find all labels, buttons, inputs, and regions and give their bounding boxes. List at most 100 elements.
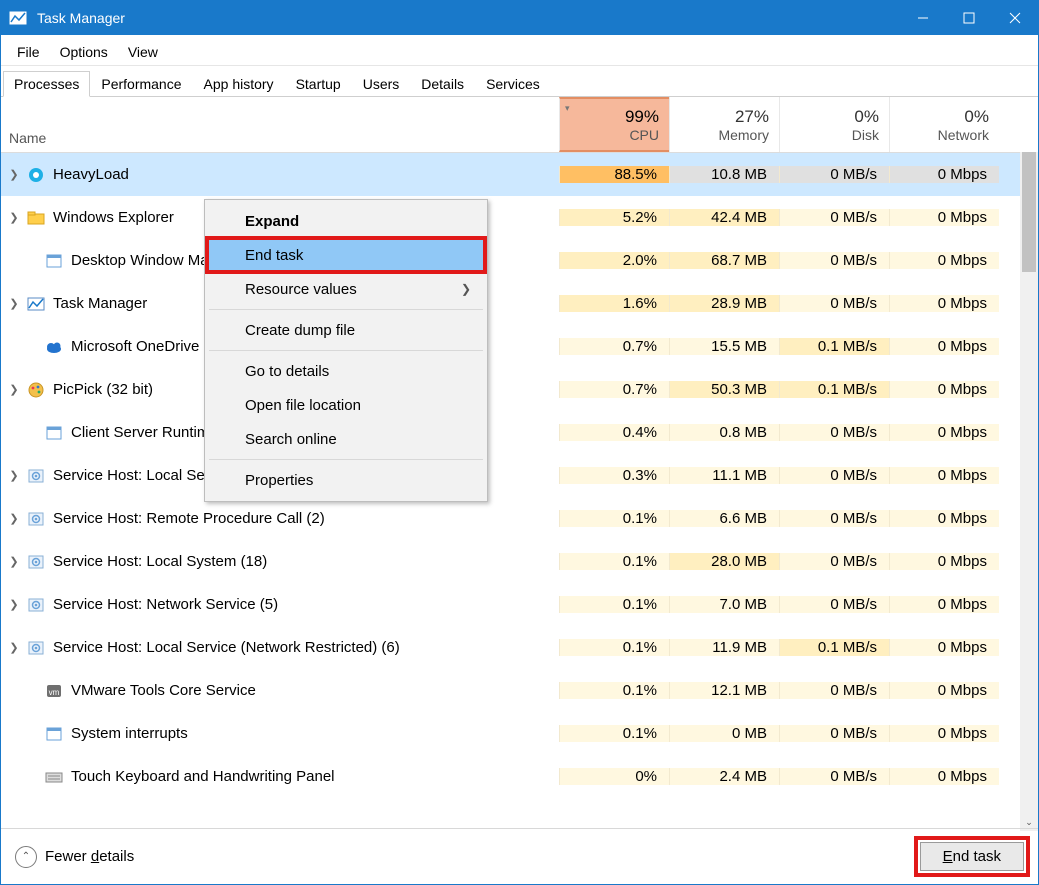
- context-end-task[interactable]: End task: [207, 238, 485, 272]
- table-row[interactable]: ❯Windows Explorer5.2%42.4 MB0 MB/s0 Mbps: [1, 196, 1038, 239]
- disk-total: 0%: [854, 107, 879, 127]
- cell-cpu: 0.3%: [559, 467, 669, 484]
- table-row[interactable]: Microsoft OneDrive0.7%15.5 MB0.1 MB/s0 M…: [1, 325, 1038, 368]
- tab-services[interactable]: Services: [475, 71, 551, 96]
- minimize-button[interactable]: [900, 1, 946, 35]
- memory-label: Memory: [718, 127, 769, 143]
- table-row[interactable]: ❯Service Host: Remote Procedure Call (2)…: [1, 497, 1038, 540]
- cell-memory: 0.8 MB: [669, 424, 779, 441]
- cell-disk: 0 MB/s: [779, 725, 889, 742]
- gear-icon: [27, 467, 45, 485]
- expand-chevron-icon[interactable]: ❯: [7, 512, 21, 525]
- menu-view[interactable]: View: [118, 42, 168, 62]
- context-expand[interactable]: Expand: [207, 204, 485, 238]
- expand-chevron-icon[interactable]: ❯: [7, 641, 21, 654]
- window-icon: [45, 424, 63, 442]
- process-name: Task Manager: [53, 295, 147, 312]
- menu-file[interactable]: File: [7, 42, 50, 62]
- cell-network: 0 Mbps: [889, 596, 999, 613]
- tab-details[interactable]: Details: [410, 71, 475, 96]
- vertical-scrollbar[interactable]: ⌄: [1020, 152, 1038, 831]
- context-go-to-details[interactable]: Go to details: [207, 354, 485, 388]
- column-memory[interactable]: 27% Memory: [669, 97, 779, 152]
- table-row[interactable]: ❯Service Host: Local Service (No Network…: [1, 454, 1038, 497]
- context-properties[interactable]: Properties: [207, 463, 485, 497]
- process-name-cell: ❯Service Host: Remote Procedure Call (2): [1, 510, 559, 528]
- cell-memory: 2.4 MB: [669, 768, 779, 785]
- network-total: 0%: [964, 107, 989, 127]
- gear-icon: [27, 596, 45, 614]
- expand-chevron-icon[interactable]: ❯: [7, 211, 21, 224]
- table-row[interactable]: ❯PicPick (32 bit)0.7%50.3 MB0.1 MB/s0 Mb…: [1, 368, 1038, 411]
- column-name[interactable]: Name: [1, 97, 559, 152]
- close-button[interactable]: [992, 1, 1038, 35]
- tab-performance[interactable]: Performance: [90, 71, 192, 96]
- window-icon: [45, 252, 63, 270]
- column-disk[interactable]: 0% Disk: [779, 97, 889, 152]
- cell-cpu: 1.6%: [559, 295, 669, 312]
- process-name-cell: ❯Service Host: Network Service (5): [1, 596, 559, 614]
- table-row[interactable]: ❯Service Host: Local System (18)0.1%28.0…: [1, 540, 1038, 583]
- tab-app-history[interactable]: App history: [193, 71, 285, 96]
- cell-disk: 0.1 MB/s: [779, 639, 889, 656]
- cell-memory: 15.5 MB: [669, 338, 779, 355]
- menubar: File Options View: [1, 35, 1038, 66]
- cloud-icon: [45, 338, 63, 356]
- expand-chevron-icon[interactable]: ❯: [7, 168, 21, 181]
- table-row[interactable]: ❯HeavyLoad88.5%10.8 MB0 MB/s0 Mbps: [1, 153, 1038, 196]
- cell-cpu: 0.1%: [559, 639, 669, 656]
- table-row[interactable]: ❯ Service Host: Local Service (Network Re…: [1, 626, 1038, 669]
- context-open-file-location[interactable]: Open file location: [207, 388, 485, 422]
- tab-users[interactable]: Users: [352, 71, 411, 96]
- column-cpu[interactable]: 99% CPU: [559, 97, 669, 152]
- cell-network: 0 Mbps: [889, 682, 999, 699]
- tab-processes[interactable]: Processes: [3, 71, 90, 97]
- cell-network: 0 Mbps: [889, 338, 999, 355]
- menu-options[interactable]: Options: [50, 42, 118, 62]
- sort-indicator-icon: ▾: [565, 103, 570, 114]
- cell-memory: 50.3 MB: [669, 381, 779, 398]
- expand-chevron-icon[interactable]: ❯: [7, 598, 21, 611]
- context-create-dump[interactable]: Create dump file: [207, 313, 485, 347]
- process-name-cell: Touch Keyboard and Handwriting Panel: [1, 768, 559, 786]
- table-row[interactable]: ❯Service Host: Network Service (5)0.1%7.…: [1, 583, 1038, 626]
- cell-memory: 10.8 MB: [669, 166, 779, 183]
- process-name: Service Host: Local Service (Network Res…: [53, 639, 400, 656]
- scrollbar-thumb[interactable]: [1022, 152, 1036, 272]
- context-separator: [209, 350, 483, 351]
- context-resource-values[interactable]: Resource values ❯: [207, 272, 485, 306]
- process-name: VMware Tools Core Service: [71, 682, 256, 699]
- column-network[interactable]: 0% Network: [889, 97, 999, 152]
- table-row[interactable]: Desktop Window Manager2.0%68.7 MB0 MB/s0…: [1, 239, 1038, 282]
- keyboard-icon: [45, 768, 63, 786]
- gear-icon: [27, 639, 45, 657]
- table-row[interactable]: Client Server Runtime Process0.4%0.8 MB0…: [1, 411, 1038, 454]
- table-row[interactable]: ❯Task Manager1.6%28.9 MB0 MB/s0 Mbps: [1, 282, 1038, 325]
- context-search-online[interactable]: Search online: [207, 422, 485, 456]
- expand-chevron-icon[interactable]: ❯: [7, 469, 21, 482]
- cell-cpu: 0.1%: [559, 596, 669, 613]
- table-row[interactable]: vmVMware Tools Core Service0.1%12.1 MB0 …: [1, 669, 1038, 712]
- table-row[interactable]: System interrupts0.1%0 MB0 MB/s0 Mbps: [1, 712, 1038, 755]
- end-task-button[interactable]: End task: [920, 842, 1024, 871]
- titlebar: Task Manager: [1, 1, 1038, 35]
- process-name: HeavyLoad: [53, 166, 129, 183]
- process-name: System interrupts: [71, 725, 188, 742]
- cell-disk: 0 MB/s: [779, 424, 889, 441]
- expand-chevron-icon[interactable]: ❯: [7, 383, 21, 396]
- table-row[interactable]: Touch Keyboard and Handwriting Panel0%2.…: [1, 755, 1038, 798]
- tab-startup[interactable]: Startup: [285, 71, 352, 96]
- svg-text:vm: vm: [49, 688, 60, 697]
- cell-disk: 0 MB/s: [779, 682, 889, 699]
- cell-disk: 0.1 MB/s: [779, 338, 889, 355]
- fewer-details-toggle[interactable]: ⌃ Fewer details: [15, 846, 134, 868]
- cell-network: 0 Mbps: [889, 725, 999, 742]
- expand-chevron-icon[interactable]: ❯: [7, 297, 21, 310]
- cell-cpu: 0.1%: [559, 553, 669, 570]
- cell-memory: 42.4 MB: [669, 209, 779, 226]
- expand-chevron-icon[interactable]: ❯: [7, 555, 21, 568]
- cell-cpu: 88.5%: [559, 166, 669, 183]
- process-name: Service Host: Local System (18): [53, 553, 267, 570]
- memory-total: 27%: [735, 107, 769, 127]
- maximize-button[interactable]: [946, 1, 992, 35]
